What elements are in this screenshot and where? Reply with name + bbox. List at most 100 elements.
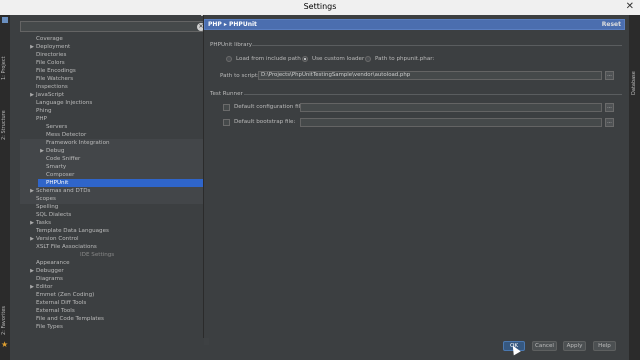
tree-item[interactable]: External Tools: [28, 307, 75, 315]
tree-item-php-child[interactable]: Composer: [38, 171, 74, 179]
browse-config-button[interactable]: ...: [605, 103, 614, 112]
default-config-checkbox[interactable]: [223, 104, 230, 111]
tree-item-label: Coverage: [36, 36, 63, 42]
tree-item-php-child[interactable]: Code Sniffer: [38, 155, 80, 163]
tree-item-label: File Watchers: [36, 76, 74, 82]
tree-item[interactable]: ▶ Schemas and DTDs: [28, 187, 90, 195]
tree-item[interactable]: Emmet (Zen Coding): [28, 291, 94, 299]
path-to-script-field[interactable]: D:\Projects\PhpUnitTestingSample\vendor\…: [258, 71, 602, 80]
expand-arrow-icon[interactable]: ▶: [28, 235, 36, 243]
tree-item[interactable]: File Watchers: [28, 75, 73, 83]
expand-arrow-icon[interactable]: ▶: [28, 267, 36, 275]
tree-item[interactable]: ▶ Version Control: [28, 235, 79, 243]
tree-item[interactable]: External Diff Tools: [28, 299, 86, 307]
tree-item[interactable]: Scopes: [28, 195, 56, 203]
tree-item[interactable]: ▶ Tasks: [28, 219, 51, 227]
tree-item[interactable]: Template Data Languages: [28, 227, 109, 235]
tree-item[interactable]: SQL Dialects: [28, 211, 71, 219]
window-title: Settings: [303, 2, 337, 11]
tree-item-php-child[interactable]: PHPUnit: [38, 179, 203, 187]
tree-item-label: JavaScript: [36, 92, 65, 98]
tree-item[interactable]: ▶ JavaScript: [28, 91, 64, 99]
tree-item-php-child[interactable]: Servers: [38, 123, 67, 131]
tree-item-label: Inspections: [36, 84, 68, 90]
tree-item[interactable]: Phing: [28, 107, 52, 115]
cancel-button[interactable]: Cancel: [532, 341, 557, 351]
tree-item[interactable]: Spelling: [28, 203, 58, 211]
tree-item-label: File and Code Templates: [36, 316, 104, 322]
close-window-icon[interactable]: ✕: [626, 1, 634, 12]
tree-item-label: Scopes: [36, 196, 56, 202]
tree-item[interactable]: Language Injections: [28, 99, 92, 107]
tree-item[interactable]: Appearance: [28, 259, 70, 267]
tree-item-label: Tasks: [36, 220, 51, 226]
default-bootstrap-label: Default bootstrap file:: [234, 119, 296, 125]
tree-item[interactable]: File Encodings: [28, 67, 76, 75]
expand-arrow-icon[interactable]: ▶: [28, 187, 36, 195]
window-title-bar: Settings ✕: [0, 0, 640, 16]
database-tool-tab[interactable]: Database: [631, 71, 637, 95]
tree-item-label: Template Data Languages: [36, 228, 109, 234]
expand-arrow-icon[interactable]: ▶: [28, 91, 36, 99]
favorites-tool-tab[interactable]: 2: Favorites: [1, 306, 7, 335]
help-button[interactable]: Help: [593, 341, 616, 351]
tree-item-label: Framework Integration: [46, 140, 110, 146]
project-tool-tab[interactable]: 1: Project: [1, 56, 7, 80]
tree-item-label: Appearance: [36, 260, 70, 266]
expand-arrow-icon[interactable]: ▶: [28, 283, 36, 291]
tree-item[interactable]: Diagrams: [28, 275, 63, 283]
settings-navigation-panel: ✕ Coverage ▶ Deployment Directories File Col…: [10, 15, 209, 360]
use-custom-loader-radio[interactable]: [302, 56, 308, 62]
tree-item[interactable]: Coverage: [28, 35, 63, 43]
settings-breadcrumb: PHP ▸ PHPUnit Reset: [204, 19, 625, 30]
tree-item-label: Language Injections: [36, 100, 93, 106]
apply-button[interactable]: Apply: [563, 341, 586, 351]
path-to-phar-radio[interactable]: [365, 56, 371, 62]
tree-item-label: Editor: [36, 284, 53, 290]
default-bootstrap-field[interactable]: [300, 118, 602, 127]
browse-bootstrap-button[interactable]: ...: [605, 118, 614, 127]
tree-item-php-child[interactable]: ▶ Debug: [38, 147, 64, 155]
load-from-include-path-radio[interactable]: [226, 56, 232, 62]
tree-item-label: SQL Dialects: [36, 212, 72, 218]
expand-arrow-icon[interactable]: ▶: [38, 147, 46, 155]
structure-tool-tab[interactable]: 2: Structure: [1, 110, 7, 140]
tree-item-php-child[interactable]: Mess Detector: [38, 131, 86, 139]
left-tool-strip: 1: Project 2: Structure 2: Favorites ★: [0, 15, 10, 360]
tree-item[interactable]: ▶ Debugger: [28, 267, 64, 275]
tree-item-label: Diagrams: [36, 276, 63, 282]
default-config-field[interactable]: [300, 103, 602, 112]
tree-item-label: Phing: [36, 108, 52, 114]
tree-item[interactable]: Inspections: [28, 83, 68, 91]
settings-content-panel: PHP ▸ PHPUnit Reset PHPUnit library Load…: [203, 15, 629, 338]
project-icon[interactable]: [2, 17, 8, 23]
path-to-phar-label: Path to phpunit.phar:: [375, 56, 435, 62]
tree-item-php-child[interactable]: Framework Integration: [38, 139, 110, 147]
tree-item[interactable]: ▶ Deployment: [28, 43, 70, 51]
expand-arrow-icon[interactable]: ▶: [28, 219, 36, 227]
section-divider: [252, 45, 622, 46]
settings-search-input[interactable]: [20, 21, 208, 32]
tree-item-label: Version Control: [36, 236, 79, 242]
tree-item-php-child[interactable]: Smarty: [38, 163, 66, 171]
expand-arrow-icon[interactable]: ▶: [28, 43, 36, 51]
settings-tree: Coverage ▶ Deployment Directories File Color…: [20, 35, 203, 345]
section-divider: [244, 94, 622, 95]
reset-link[interactable]: Reset: [602, 21, 621, 28]
tree-item-label: Code Sniffer: [46, 156, 81, 162]
tree-item[interactable]: PHP: [28, 115, 47, 123]
default-bootstrap-checkbox[interactable]: [223, 119, 230, 126]
tree-item[interactable]: XSLT File Associations: [28, 243, 97, 251]
tree-item-label: PHPUnit: [46, 180, 69, 186]
tree-item[interactable]: ▶ Editor: [28, 283, 53, 291]
tree-item[interactable]: File Colors: [28, 59, 65, 67]
browse-script-button[interactable]: ...: [605, 71, 614, 80]
path-to-script-label: Path to script:: [220, 73, 259, 79]
tree-item[interactable]: File Types: [28, 323, 63, 331]
breadcrumb-path: PHP ▸ PHPUnit: [208, 21, 257, 28]
tree-item[interactable]: File and Code Templates: [28, 315, 104, 323]
tree-item[interactable]: Directories: [28, 51, 66, 59]
right-tool-strip: Database: [629, 15, 640, 360]
tree-item-label: Directories: [36, 52, 67, 58]
favorites-star-icon: ★: [1, 340, 9, 349]
